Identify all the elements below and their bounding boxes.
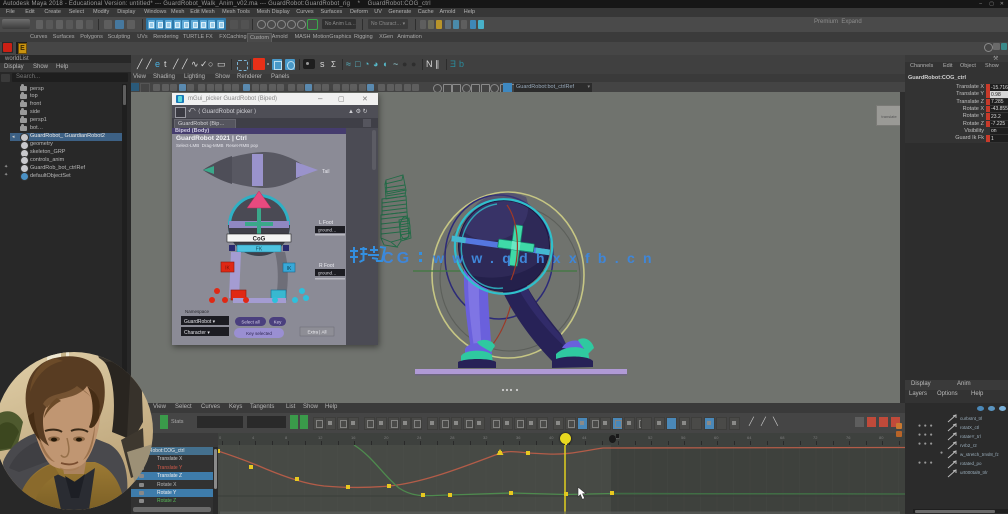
svg-text:ground…: ground… xyxy=(318,271,337,276)
svg-text:R Foot: R Foot xyxy=(319,263,335,269)
svg-text:CoG: CoG xyxy=(253,237,266,243)
svg-text:Key selected: Key selected xyxy=(246,331,272,336)
svg-text:ground…: ground… xyxy=(318,228,337,233)
svg-text:Namespace: Namespace xyxy=(185,309,210,314)
svg-text:Extra | All: Extra | All xyxy=(308,330,327,335)
svg-text:Select all: Select all xyxy=(241,320,259,325)
svg-text:IK: IK xyxy=(225,266,230,272)
svg-text:Character ▾: Character ▾ xyxy=(184,330,210,336)
svg-text:IK: IK xyxy=(287,266,292,272)
svg-text:Key: Key xyxy=(274,320,283,325)
svg-text:GuardRobot ▾: GuardRobot ▾ xyxy=(184,319,216,325)
svg-text:Tail: Tail xyxy=(322,169,330,175)
svg-text:L Foot: L Foot xyxy=(319,220,334,226)
svg-text:FK: FK xyxy=(256,247,263,253)
